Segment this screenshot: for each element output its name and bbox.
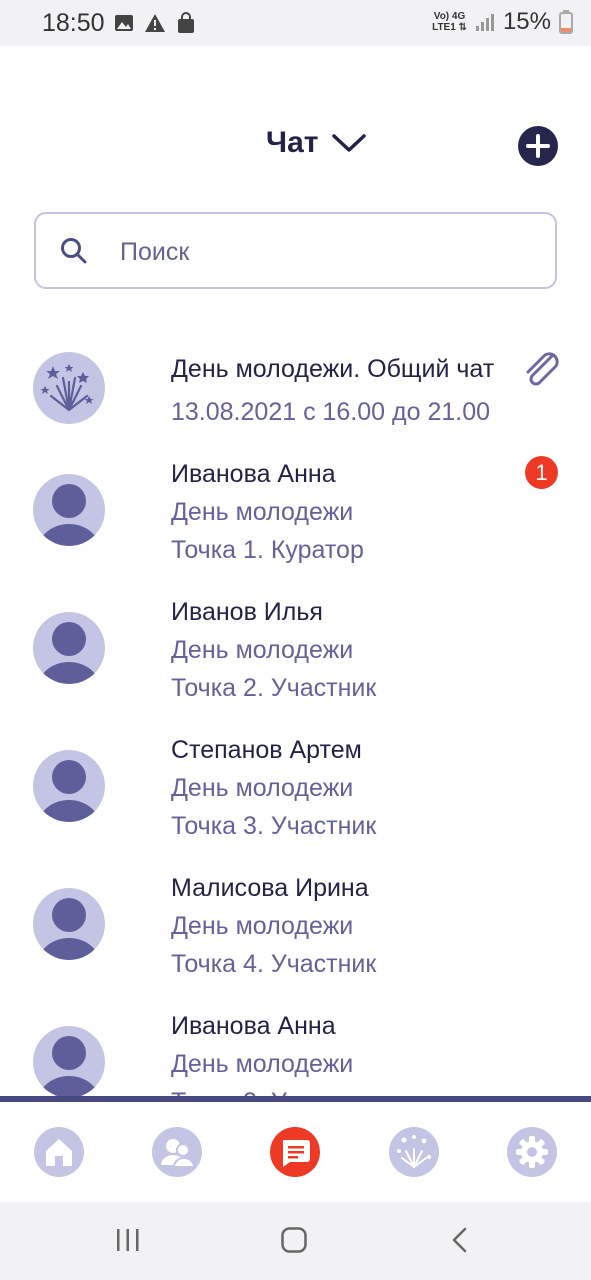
chat-event: День молодежи bbox=[171, 912, 354, 940]
warning-icon bbox=[145, 14, 165, 32]
image-icon bbox=[115, 15, 133, 31]
user-icon bbox=[38, 760, 100, 822]
settings-icon bbox=[516, 1136, 548, 1168]
fireworks-icon bbox=[40, 364, 94, 412]
chat-role: Точка 3. Участник bbox=[171, 812, 377, 840]
avatar bbox=[33, 1026, 105, 1098]
network-label-top: Vo) 4G bbox=[433, 11, 466, 22]
unread-badge: 1 bbox=[525, 456, 558, 489]
avatar bbox=[33, 750, 105, 822]
chat-list-item[interactable]: Степанов Артем День молодежи Точка 3. Уч… bbox=[0, 731, 591, 861]
plus-icon bbox=[526, 134, 550, 158]
nav-events[interactable] bbox=[389, 1127, 439, 1177]
nav-settings[interactable] bbox=[507, 1127, 557, 1177]
chat-list-item[interactable]: Малисова Ирина День молодежи Точка 4. Уч… bbox=[0, 869, 591, 999]
user-icon bbox=[38, 1036, 100, 1098]
paperclip-icon bbox=[526, 352, 559, 386]
chat-event: День молодежи bbox=[171, 774, 354, 802]
nav-contacts[interactable] bbox=[152, 1127, 202, 1177]
search-placeholder: Поиск bbox=[120, 238, 190, 266]
chat-role: Точка 2. Участник bbox=[171, 674, 377, 702]
add-chat-button[interactable] bbox=[518, 126, 558, 166]
group-avatar bbox=[33, 352, 105, 424]
user-icon bbox=[38, 622, 100, 684]
nav-home[interactable] bbox=[34, 1127, 84, 1177]
back-icon[interactable] bbox=[450, 1226, 470, 1254]
chat-name: Малисова Ирина bbox=[171, 874, 369, 902]
chat-list-item[interactable]: Иванова Анна 1 День молодежи Точка 1. Ку… bbox=[0, 455, 591, 585]
recent-apps-icon[interactable] bbox=[115, 1226, 141, 1254]
user-icon bbox=[38, 898, 100, 960]
chat-role: Точка 1. Куратор bbox=[171, 536, 364, 564]
chat-list-item[interactable]: День молодежи. Общий чат 13.08.2021 с 16… bbox=[0, 340, 591, 440]
system-nav-bar bbox=[0, 1202, 591, 1280]
chat-name: Иванова Анна bbox=[171, 460, 336, 488]
nav-chat[interactable] bbox=[270, 1127, 320, 1177]
chat-name: Степанов Артем bbox=[171, 736, 362, 764]
search-input[interactable]: Поиск bbox=[34, 212, 557, 289]
fireworks-icon bbox=[397, 1135, 431, 1168]
chat-selector[interactable]: Чат bbox=[266, 126, 367, 160]
shopping-bag-icon bbox=[178, 12, 194, 33]
chat-event: День молодежи bbox=[171, 636, 354, 664]
bottom-nav bbox=[0, 1096, 591, 1202]
chat-event: День молодежи bbox=[171, 1050, 354, 1078]
home-button-icon[interactable] bbox=[280, 1226, 308, 1254]
avatar bbox=[33, 612, 105, 684]
status-bar: 18:50 Vo) 4G LTE1 ⇅ 15% bbox=[0, 0, 591, 46]
battery-percent: 15% bbox=[502, 8, 551, 35]
signal-icon bbox=[475, 14, 494, 31]
chat-event: День молодежи bbox=[171, 498, 354, 526]
chat-role: Точка 4. Участник bbox=[171, 950, 377, 978]
chat-icon bbox=[283, 1140, 310, 1167]
avatar bbox=[33, 474, 105, 546]
status-time: 18:50 bbox=[42, 9, 105, 37]
status-right: Vo) 4G LTE1 ⇅ 15% bbox=[432, 8, 573, 36]
users-icon bbox=[161, 1139, 196, 1168]
user-icon bbox=[38, 484, 100, 546]
network-label-bottom: LTE1 ⇅ bbox=[432, 22, 467, 33]
page-title: Чат bbox=[266, 126, 319, 159]
status-notification-icons bbox=[114, 12, 196, 34]
chevron-down-icon bbox=[332, 134, 367, 152]
chat-list-item[interactable]: Иванов Илья День молодежи Точка 2. Участ… bbox=[0, 593, 591, 723]
avatar bbox=[33, 888, 105, 960]
battery-icon bbox=[559, 10, 573, 34]
chat-date: 13.08.2021 с 16.00 до 21.00 bbox=[171, 398, 491, 426]
chat-name: День молодежи. Общий чат bbox=[171, 355, 495, 383]
chat-name: Иванова Анна bbox=[171, 1012, 336, 1040]
network-indicator: Vo) 4G LTE1 ⇅ bbox=[432, 11, 467, 33]
chat-name: Иванов Илья bbox=[171, 598, 323, 626]
search-icon bbox=[61, 238, 87, 264]
home-icon bbox=[46, 1139, 72, 1166]
